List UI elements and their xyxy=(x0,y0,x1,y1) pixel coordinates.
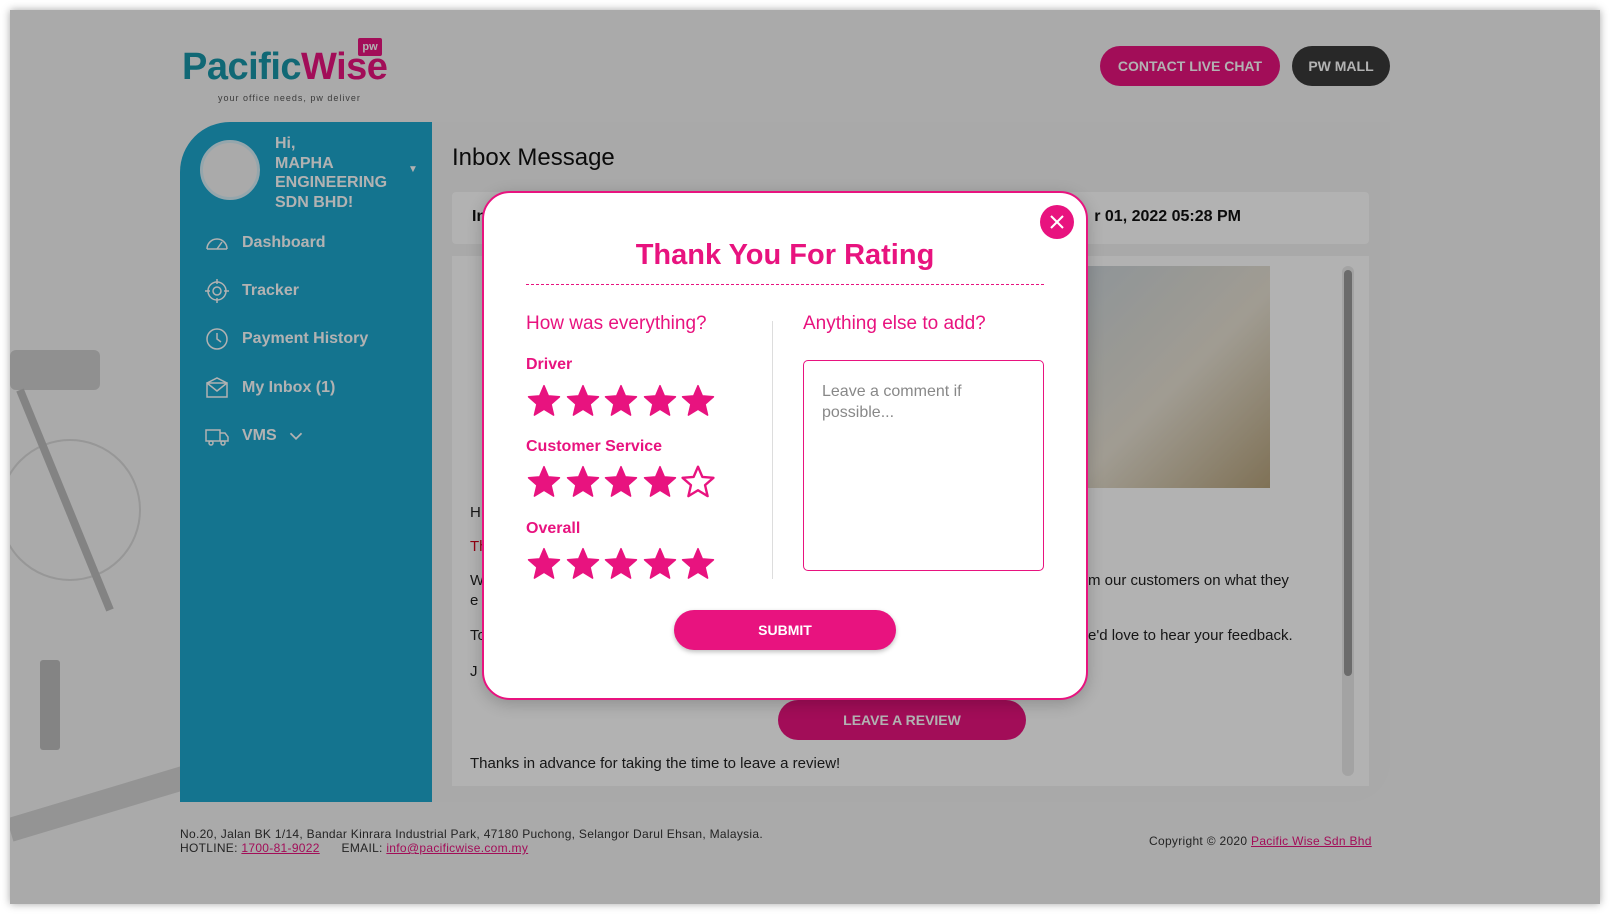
star-filled-icon[interactable] xyxy=(603,464,639,500)
star-filled-icon[interactable] xyxy=(565,546,601,582)
star-filled-icon[interactable] xyxy=(565,383,601,419)
rating-modal: Thank You For Rating How was everything?… xyxy=(482,191,1088,700)
comment-heading: Anything else to add? xyxy=(803,313,986,334)
star-rating-driver[interactable] xyxy=(526,383,719,419)
star-filled-icon[interactable] xyxy=(680,546,716,582)
star-filled-icon[interactable] xyxy=(603,546,639,582)
title-divider xyxy=(526,284,1044,285)
star-filled-icon[interactable] xyxy=(642,546,678,582)
browser-frame: PacificWise pw your office needs, pw del… xyxy=(10,10,1600,904)
star-filled-icon[interactable] xyxy=(642,383,678,419)
star-rating-overall[interactable] xyxy=(526,546,719,582)
rating-heading: How was everything? xyxy=(526,313,707,334)
rating-label-customer-service: Customer Service xyxy=(526,438,663,455)
star-rating-customer-service[interactable] xyxy=(526,464,719,500)
star-filled-icon[interactable] xyxy=(526,383,562,419)
modal-title: Thank You For Rating xyxy=(635,239,935,271)
star-filled-icon[interactable] xyxy=(526,464,562,500)
rating-label-overall: Overall xyxy=(526,520,581,537)
close-button[interactable] xyxy=(1040,205,1074,239)
star-filled-icon[interactable] xyxy=(526,546,562,582)
star-filled-icon[interactable] xyxy=(642,464,678,500)
rating-label-driver: Driver xyxy=(526,356,573,373)
comment-textarea[interactable] xyxy=(803,360,1044,571)
star-filled-icon[interactable] xyxy=(680,383,716,419)
star-outline-icon[interactable] xyxy=(680,464,716,500)
star-filled-icon[interactable] xyxy=(603,383,639,419)
column-divider xyxy=(772,321,773,579)
close-icon xyxy=(1050,215,1064,229)
submit-button[interactable]: SUBMIT xyxy=(674,610,896,650)
star-filled-icon[interactable] xyxy=(565,464,601,500)
